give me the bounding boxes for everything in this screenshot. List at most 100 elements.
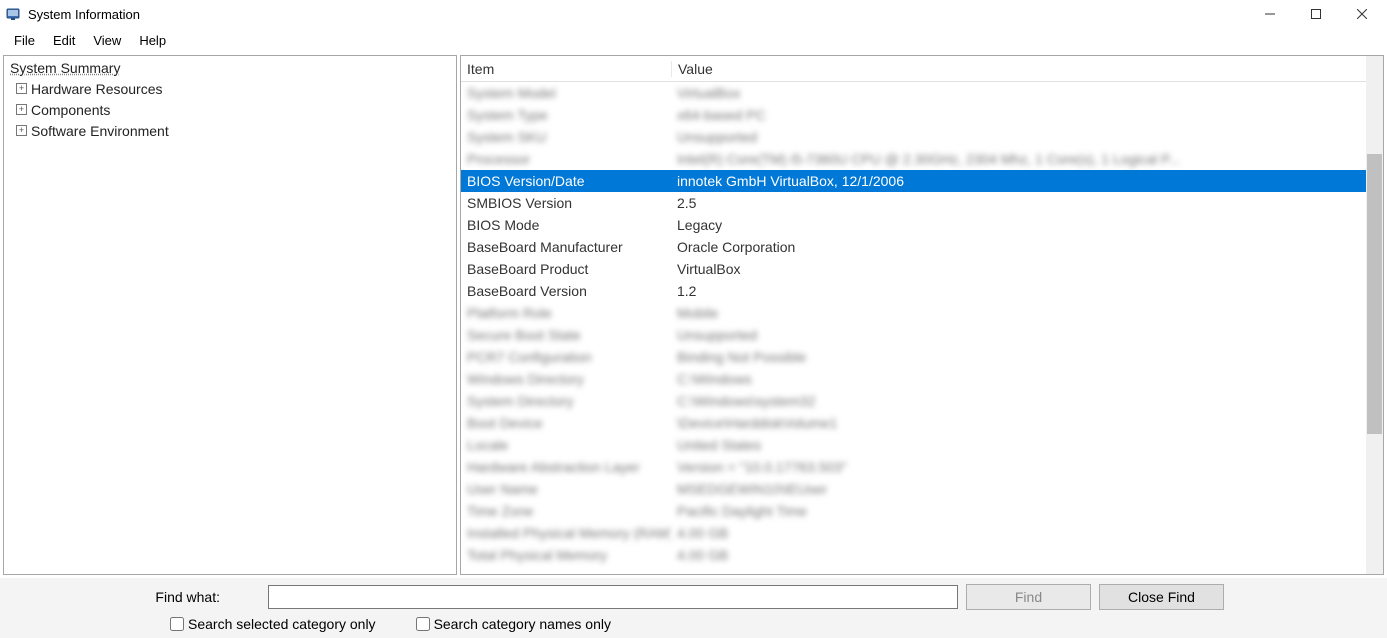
checkbox-search-selected-category[interactable]: Search selected category only <box>170 616 376 632</box>
tree-item-label: Components <box>31 102 110 118</box>
table-row[interactable]: BIOS ModeLegacy <box>461 214 1366 236</box>
cell-value: \Device\HarddiskVolume1 <box>671 415 1366 431</box>
expand-icon[interactable]: + <box>16 104 27 115</box>
menu-edit[interactable]: Edit <box>45 31 83 50</box>
cell-item: BaseBoard Product <box>464 261 671 277</box>
app-icon <box>6 6 22 22</box>
cell-value: Version = "10.0.17763.503" <box>671 459 1366 475</box>
cell-value: Binding Not Possible <box>671 349 1366 365</box>
menu-view[interactable]: View <box>85 31 129 50</box>
table-row[interactable]: System DirectoryC:\Windows\system32 <box>461 390 1366 412</box>
table-row[interactable]: SMBIOS Version2.5 <box>461 192 1366 214</box>
find-what-input[interactable] <box>268 585 958 609</box>
cell-value: Unsupported <box>671 129 1366 145</box>
table-row[interactable]: PCR7 ConfigurationBinding Not Possible <box>461 346 1366 368</box>
menu-file[interactable]: File <box>6 31 43 50</box>
table-row[interactable]: BIOS Version/Dateinnotek GmbH VirtualBox… <box>461 170 1366 192</box>
vertical-scrollbar[interactable] <box>1366 56 1383 574</box>
titlebar: System Information <box>0 0 1387 28</box>
column-header-value[interactable]: Value <box>671 61 1366 77</box>
minimize-button[interactable] <box>1247 0 1293 28</box>
scrollbar-thumb[interactable] <box>1367 154 1382 434</box>
table-row[interactable]: Installed Physical Memory (RAM)4.00 GB <box>461 522 1366 544</box>
table-row[interactable]: BaseBoard Version1.2 <box>461 280 1366 302</box>
cell-item: BIOS Mode <box>464 217 671 233</box>
menubar: FileEditViewHelp <box>0 28 1387 52</box>
cell-item: Boot Device <box>464 415 671 431</box>
cell-value: VirtualBox <box>671 261 1366 277</box>
cell-item: Locale <box>464 437 671 453</box>
table-row[interactable]: Windows DirectoryC:\Windows <box>461 368 1366 390</box>
cell-value: Intel(R) Core(TM) i5-7360U CPU @ 2.30GHz… <box>671 151 1366 167</box>
main-area: System Summary + Hardware Resources + Compo… <box>0 52 1387 578</box>
cell-value: Oracle Corporation <box>671 239 1366 255</box>
cell-item: User Name <box>464 481 671 497</box>
menu-help[interactable]: Help <box>131 31 174 50</box>
cell-item: Windows Directory <box>464 371 671 387</box>
cell-item: Total Physical Memory <box>464 547 671 563</box>
maximize-button[interactable] <box>1293 0 1339 28</box>
cell-item: System SKU <box>464 129 671 145</box>
table-row[interactable]: Boot Device\Device\HarddiskVolume1 <box>461 412 1366 434</box>
tree-item-components[interactable]: + Components <box>4 99 456 120</box>
column-header-item[interactable]: Item <box>461 61 671 77</box>
cell-item: Secure Boot State <box>464 327 671 343</box>
cell-item: BaseBoard Version <box>464 283 671 299</box>
tree-root-system-summary[interactable]: System Summary <box>4 57 456 78</box>
table-row[interactable]: BaseBoard ManufacturerOracle Corporation <box>461 236 1366 258</box>
cell-item: PCR7 Configuration <box>464 349 671 365</box>
cell-item: System Model <box>464 85 671 101</box>
expand-icon[interactable]: + <box>16 83 27 94</box>
find-what-label: Find what: <box>10 589 260 605</box>
cell-item: System Directory <box>464 393 671 409</box>
checkbox-search-category-names[interactable]: Search category names only <box>416 616 611 632</box>
tree-item-software-environment[interactable]: + Software Environment <box>4 120 456 141</box>
table-row[interactable]: LocaleUnited States <box>461 434 1366 456</box>
cell-item: Installed Physical Memory (RAM) <box>464 525 671 541</box>
cell-value: x64-based PC <box>671 107 1366 123</box>
tree-item-hardware-resources[interactable]: + Hardware Resources <box>4 78 456 99</box>
window-title: System Information <box>28 7 140 22</box>
table-row[interactable]: Platform RoleMobile <box>461 302 1366 324</box>
cell-value: innotek GmbH VirtualBox, 12/1/2006 <box>671 173 1366 189</box>
cell-value: United States <box>671 437 1366 453</box>
cell-value: C:\Windows <box>671 371 1366 387</box>
checkbox-search-selected-category-label: Search selected category only <box>188 616 376 632</box>
cell-value: C:\Windows\system32 <box>671 393 1366 409</box>
column-headers[interactable]: Item Value <box>461 56 1366 82</box>
cell-value: 4.00 GB <box>671 547 1366 563</box>
cell-item: BIOS Version/Date <box>464 173 671 189</box>
table-row[interactable]: Secure Boot StateUnsupported <box>461 324 1366 346</box>
details-pane: Item Value System ModelVirtualBoxSystem … <box>460 55 1384 575</box>
expand-icon[interactable]: + <box>16 125 27 136</box>
table-row[interactable]: System ModelVirtualBox <box>461 82 1366 104</box>
close-button[interactable] <box>1339 0 1385 28</box>
table-row[interactable]: User NameMSEDGEWIN10\IEUser <box>461 478 1366 500</box>
cell-value: 2.5 <box>671 195 1366 211</box>
close-find-button[interactable]: Close Find <box>1099 584 1224 610</box>
cell-item: Time Zone <box>464 503 671 519</box>
table-row[interactable]: Total Physical Memory4.00 GB <box>461 544 1366 566</box>
cell-item: SMBIOS Version <box>464 195 671 211</box>
table-row[interactable]: Hardware Abstraction LayerVersion = "10.… <box>461 456 1366 478</box>
window-controls <box>1247 0 1385 28</box>
checkbox-search-selected-category-input[interactable] <box>170 617 184 631</box>
checkbox-search-category-names-label: Search category names only <box>434 616 611 632</box>
cell-value: Mobile <box>671 305 1366 321</box>
cell-item: Hardware Abstraction Layer <box>464 459 671 475</box>
details-table[interactable]: Item Value System ModelVirtualBoxSystem … <box>461 56 1366 574</box>
cell-item: BaseBoard Manufacturer <box>464 239 671 255</box>
tree-item-label: Software Environment <box>31 123 169 139</box>
tree-root-label: System Summary <box>10 60 120 76</box>
checkbox-search-category-names-input[interactable] <box>416 617 430 631</box>
table-row[interactable]: Time ZonePacific Daylight Time <box>461 500 1366 522</box>
cell-item: Platform Role <box>464 305 671 321</box>
tree-item-label: Hardware Resources <box>31 81 163 97</box>
find-button[interactable]: Find <box>966 584 1091 610</box>
table-row[interactable]: System SKUUnsupported <box>461 126 1366 148</box>
table-row[interactable]: BaseBoard ProductVirtualBox <box>461 258 1366 280</box>
table-row[interactable]: System Typex64-based PC <box>461 104 1366 126</box>
cell-value: Unsupported <box>671 327 1366 343</box>
table-row[interactable]: ProcessorIntel(R) Core(TM) i5-7360U CPU … <box>461 148 1366 170</box>
tree-pane[interactable]: System Summary + Hardware Resources + Compo… <box>3 55 457 575</box>
